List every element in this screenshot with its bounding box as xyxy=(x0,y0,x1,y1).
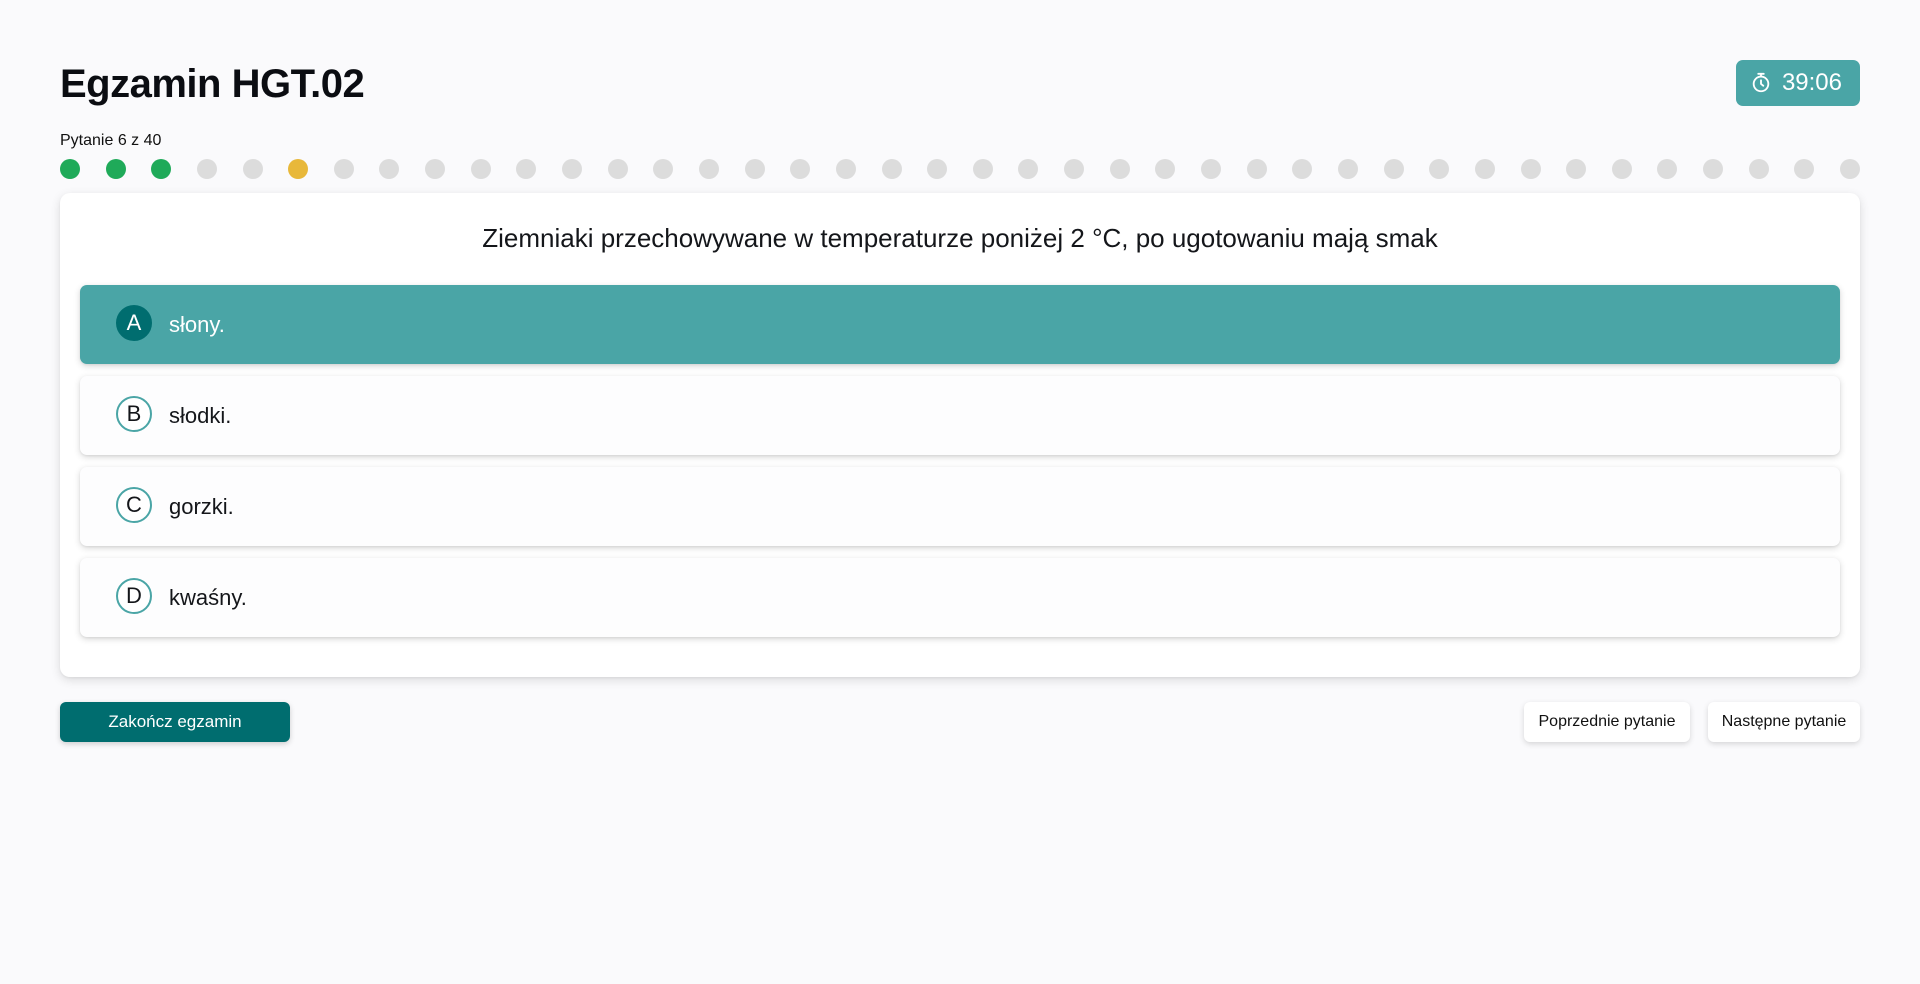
progress-dot-1[interactable] xyxy=(60,159,80,179)
answer-text: słony. xyxy=(169,312,225,337)
progress-dot-10[interactable] xyxy=(470,159,491,179)
progress-dot-13[interactable] xyxy=(607,159,628,179)
question-text: Ziemniaki przechowywane w temperaturze p… xyxy=(482,223,1438,253)
answer-letter: B xyxy=(116,396,152,432)
progress-dot-15[interactable] xyxy=(698,159,719,179)
progress-dot-40[interactable] xyxy=(1839,159,1860,179)
progress-dot-11[interactable] xyxy=(516,159,537,179)
progress-dot-38[interactable] xyxy=(1748,159,1769,179)
answer-option-a[interactable]: A słony. xyxy=(80,285,1840,364)
progress-dot-32[interactable] xyxy=(1474,159,1495,179)
progress-dot-16[interactable] xyxy=(744,159,765,179)
progress-dot-35[interactable] xyxy=(1611,159,1632,179)
timer-badge: 39:06 xyxy=(1735,60,1860,106)
progress-label: Pytanie 6 z 40 xyxy=(60,132,162,149)
page-title: Egzamin HGT.02 xyxy=(60,62,365,106)
answer-letter: C xyxy=(116,487,152,523)
question-card: Ziemniaki przechowywane w temperaturze p… xyxy=(60,193,1860,677)
progress-dot-25[interactable] xyxy=(1155,159,1176,179)
progress-dot-18[interactable] xyxy=(835,159,856,179)
progress-dot-28[interactable] xyxy=(1292,159,1313,179)
progress-dot-2[interactable] xyxy=(105,159,126,179)
progress-dot-7[interactable] xyxy=(333,159,354,179)
progress-dot-14[interactable] xyxy=(653,159,674,179)
progress-dot-19[interactable] xyxy=(881,159,902,179)
progress-dot-21[interactable] xyxy=(972,159,993,179)
progress-dot-27[interactable] xyxy=(1246,159,1267,179)
progress-dot-31[interactable] xyxy=(1429,159,1450,179)
progress-dot-39[interactable] xyxy=(1794,159,1815,179)
answer-option-b[interactable]: B słodki. xyxy=(80,376,1840,455)
progress-dot-23[interactable] xyxy=(1064,159,1085,179)
answer-letter: D xyxy=(116,578,152,614)
answer-text: gorzki. xyxy=(169,494,234,519)
progress-dot-6[interactable] xyxy=(288,159,309,179)
progress-dot-9[interactable] xyxy=(425,159,446,179)
progress-dot-5[interactable] xyxy=(242,159,263,179)
answer-text: kwaśny. xyxy=(169,585,247,610)
question-progress-dots xyxy=(60,159,1860,179)
timer-value: 39:06 xyxy=(1781,69,1842,96)
progress-dot-8[interactable] xyxy=(379,159,400,179)
progress-dot-26[interactable] xyxy=(1201,159,1222,179)
next-question-button[interactable]: Następne pytanie xyxy=(1708,702,1860,742)
progress-dot-33[interactable] xyxy=(1520,159,1541,179)
progress-dot-20[interactable] xyxy=(927,159,948,179)
progress-dot-3[interactable] xyxy=(151,159,172,179)
answer-letter: A xyxy=(116,305,152,341)
answer-text: słodki. xyxy=(169,403,232,428)
progress-dot-17[interactable] xyxy=(790,159,811,179)
answer-option-c[interactable]: C gorzki. xyxy=(80,467,1840,546)
finish-exam-button[interactable]: Zakończ egzamin xyxy=(60,702,290,742)
progress-dot-24[interactable] xyxy=(1109,159,1130,179)
progress-dot-29[interactable] xyxy=(1337,159,1358,179)
progress-dot-36[interactable] xyxy=(1657,159,1678,179)
progress-dot-37[interactable] xyxy=(1703,159,1724,179)
progress-dot-4[interactable] xyxy=(196,159,217,179)
answer-option-d[interactable]: D kwaśny. xyxy=(80,558,1840,637)
header: Egzamin HGT.02 39:06 xyxy=(60,60,1860,108)
stopwatch-icon xyxy=(1750,72,1772,94)
previous-question-button[interactable]: Poprzednie pytanie xyxy=(1524,702,1690,742)
progress-dot-12[interactable] xyxy=(562,159,583,179)
progress-dot-30[interactable] xyxy=(1383,159,1404,179)
progress-dot-22[interactable] xyxy=(1018,159,1039,179)
progress-dot-34[interactable] xyxy=(1566,159,1587,179)
